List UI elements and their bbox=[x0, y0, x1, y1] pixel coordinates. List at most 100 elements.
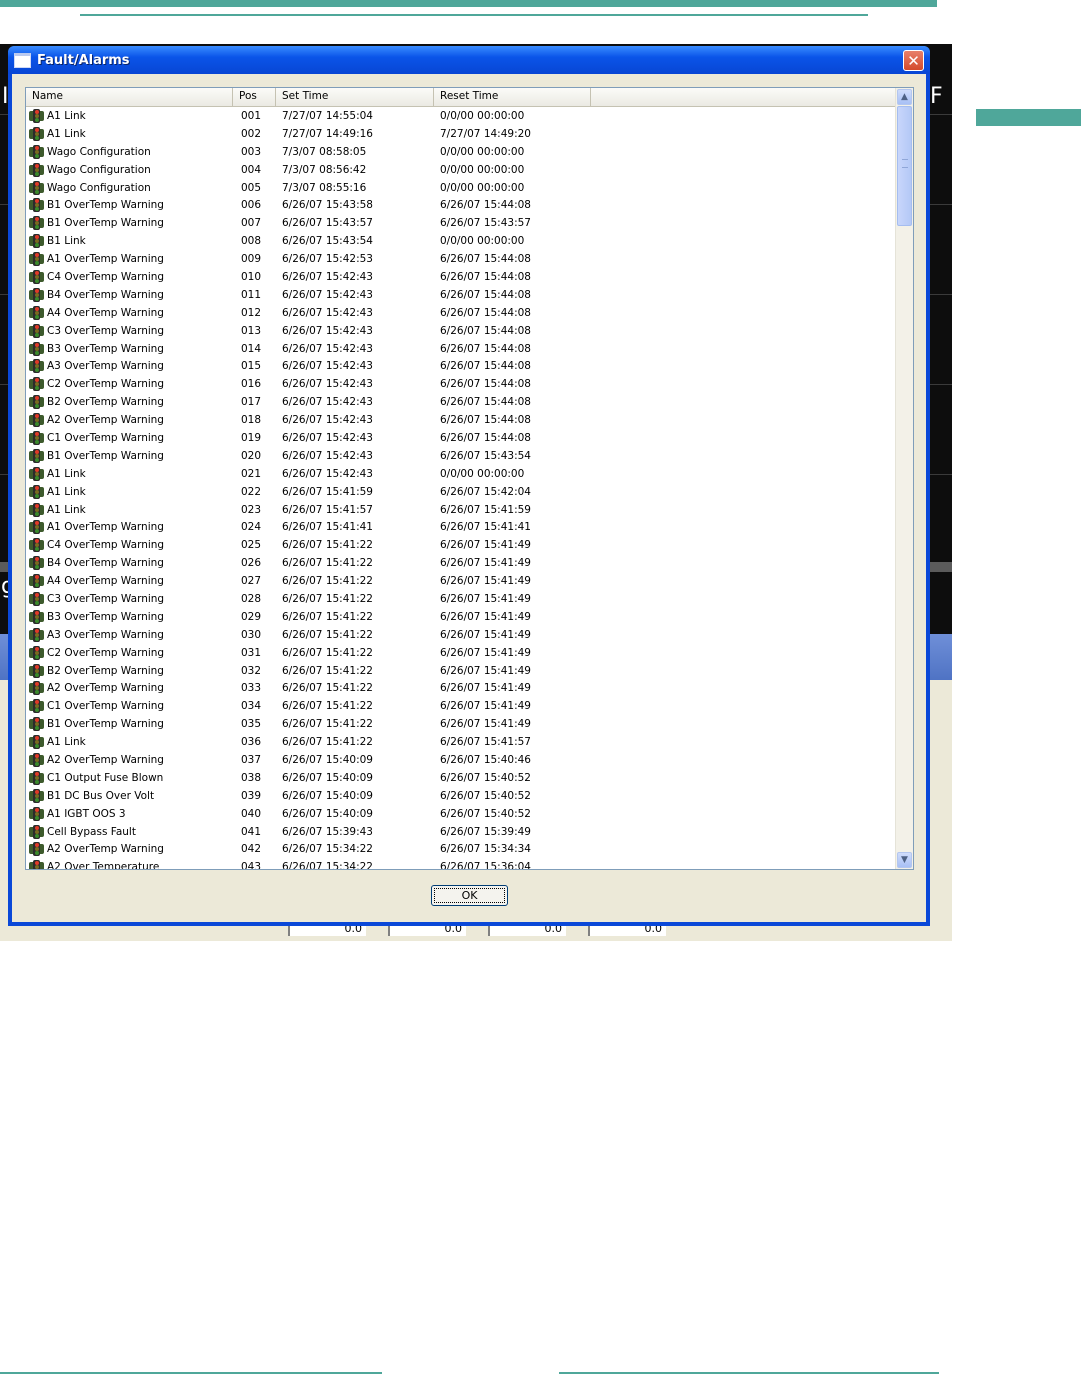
cell-set-time: 6/26/07 15:41:57 bbox=[282, 503, 373, 516]
vertical-scrollbar[interactable]: ▲ ▼ bbox=[895, 88, 913, 869]
cell-set-time: 6/26/07 15:40:09 bbox=[282, 754, 373, 766]
cell-name: A2 OverTemp Warning bbox=[26, 752, 233, 768]
column-header-pos[interactable]: Pos bbox=[233, 88, 276, 106]
cell-set-time: 6/26/07 15:42:43 bbox=[282, 467, 373, 480]
scroll-thumb[interactable] bbox=[897, 106, 912, 226]
scroll-up-button[interactable]: ▲ bbox=[897, 89, 912, 105]
ok-button[interactable]: OK bbox=[431, 885, 508, 906]
cell-pos: 017 bbox=[241, 396, 262, 409]
table-row[interactable]: Wago Configuration 003 7/3/07 08:58:05 0/0/… bbox=[26, 143, 896, 161]
table-row[interactable]: B3 OverTemp Warning 029 6/26/07 15:41:22 6/… bbox=[26, 608, 896, 626]
cell-set-time: 6/26/07 15:40:09 bbox=[282, 789, 373, 802]
table-row[interactable]: A1 Link 022 6/26/07 15:41:59 6/26/07 15:42:… bbox=[26, 483, 896, 501]
cell-pos: 023 bbox=[241, 503, 262, 516]
table-row[interactable]: A3 OverTemp Warning 015 6/26/07 15:42:43 6/… bbox=[26, 357, 896, 375]
table-row[interactable]: A1 Link 002 7/27/07 14:49:16 7/27/07 14:49:… bbox=[26, 125, 896, 143]
document-footer-rule-right bbox=[559, 1372, 939, 1374]
table-row[interactable]: A1 Link 001 7/27/07 14:55:04 0/0/00 00:00:0… bbox=[26, 107, 896, 125]
table-row[interactable]: C3 OverTemp Warning 013 6/26/07 15:42:43 6/… bbox=[26, 322, 896, 340]
cell-set-time: 6/26/07 15:42:43 bbox=[282, 342, 373, 355]
table-row[interactable]: B2 OverTemp Warning 032 6/26/07 15:41:22 6/… bbox=[26, 662, 896, 680]
table-row[interactable]: A4 OverTemp Warning 012 6/26/07 15:42:43 6/… bbox=[26, 304, 896, 322]
table-row[interactable]: B4 OverTemp Warning 026 6/26/07 15:41:22 6/… bbox=[26, 554, 896, 572]
traffic-light-icon bbox=[29, 752, 44, 768]
table-row[interactable]: B1 OverTemp Warning 035 6/26/07 15:41:22 6/… bbox=[26, 715, 896, 733]
cell-set-time: 6/26/07 15:41:22 bbox=[282, 736, 373, 749]
table-row[interactable]: A4 OverTemp Warning 027 6/26/07 15:41:22 6/… bbox=[26, 572, 896, 590]
table-row[interactable]: B1 OverTemp Warning 020 6/26/07 15:42:43 6/… bbox=[26, 447, 896, 465]
table-row[interactable]: A2 OverTemp Warning 037 6/26/07 15:40:09 6/… bbox=[26, 751, 896, 769]
traffic-light-icon bbox=[29, 663, 44, 679]
cell-set-time: 6/26/07 15:34:22 bbox=[282, 843, 373, 856]
table-row[interactable]: A3 OverTemp Warning 030 6/26/07 15:41:22 6/… bbox=[26, 626, 896, 644]
table-row[interactable]: A2 OverTemp Warning 033 6/26/07 15:41:22 6/… bbox=[26, 680, 896, 698]
traffic-light-icon bbox=[29, 502, 44, 518]
table-row[interactable]: C4 OverTemp Warning 010 6/26/07 15:42:43 6/… bbox=[26, 268, 896, 286]
fault-list[interactable]: Name Pos Set Time Reset Time A1 Link 001 7… bbox=[25, 87, 914, 870]
cell-pos: 026 bbox=[241, 557, 262, 570]
cell-name: A1 OverTemp Warning bbox=[26, 251, 233, 267]
dialog-title: Fault/Alarms bbox=[37, 52, 130, 68]
table-row[interactable]: A1 Link 023 6/26/07 15:41:57 6/26/07 15:41:… bbox=[26, 501, 896, 519]
list-header: Name Pos Set Time Reset Time bbox=[26, 88, 896, 107]
cell-pos: 021 bbox=[241, 467, 262, 480]
table-row[interactable]: B1 OverTemp Warning 007 6/26/07 15:43:57 6/… bbox=[26, 214, 896, 232]
cell-name: B1 Link bbox=[26, 233, 233, 249]
cell-set-time: 6/26/07 15:41:22 bbox=[282, 575, 373, 588]
table-row[interactable]: A2 OverTemp Warning 018 6/26/07 15:42:43 6/… bbox=[26, 411, 896, 429]
cell-set-time: 6/26/07 15:42:43 bbox=[282, 449, 373, 462]
fault-alarms-dialog: Fault/Alarms ✕ Name Pos Set Time Reset T… bbox=[8, 46, 930, 926]
table-row[interactable]: B1 Link 008 6/26/07 15:43:54 0/0/00 00:00:0… bbox=[26, 232, 896, 250]
table-row[interactable]: C3 OverTemp Warning 028 6/26/07 15:41:22 6/… bbox=[26, 590, 896, 608]
cell-name: C1 Output Fuse Blown bbox=[26, 770, 233, 786]
table-row[interactable]: A1 IGBT OOS 3 040 6/26/07 15:40:09 6/26/07 … bbox=[26, 805, 896, 823]
table-row[interactable]: C2 OverTemp Warning 016 6/26/07 15:42:43 6/… bbox=[26, 375, 896, 393]
column-header-set-time[interactable]: Set Time bbox=[276, 88, 434, 106]
cell-pos: 032 bbox=[241, 664, 262, 677]
table-row[interactable]: A1 Link 021 6/26/07 15:42:43 0/0/00 00:00:0… bbox=[26, 465, 896, 483]
table-row[interactable]: C1 OverTemp Warning 034 6/26/07 15:41:22 6/… bbox=[26, 697, 896, 715]
table-row[interactable]: C4 OverTemp Warning 025 6/26/07 15:41:22 6/… bbox=[26, 536, 896, 554]
table-row[interactable]: C1 Output Fuse Blown 038 6/26/07 15:40:09 6… bbox=[26, 769, 896, 787]
alarm-name: B3 OverTemp Warning bbox=[47, 342, 164, 355]
table-row[interactable]: B3 OverTemp Warning 014 6/26/07 15:42:43 6/… bbox=[26, 340, 896, 358]
table-row[interactable]: A1 OverTemp Warning 024 6/26/07 15:41:41 6/… bbox=[26, 518, 896, 536]
alarm-name: A1 Link bbox=[47, 127, 86, 140]
table-row[interactable]: B2 OverTemp Warning 017 6/26/07 15:42:43 6/… bbox=[26, 393, 896, 411]
table-row[interactable]: Cell Bypass Fault 041 6/26/07 15:39:43 6/26… bbox=[26, 823, 896, 841]
close-button[interactable]: ✕ bbox=[903, 49, 924, 71]
table-row[interactable]: A1 Link 036 6/26/07 15:41:22 6/26/07 15:41:… bbox=[26, 733, 896, 751]
traffic-light-icon bbox=[29, 698, 44, 714]
cell-reset-time: 6/26/07 15:44:08 bbox=[440, 199, 531, 212]
table-row[interactable]: C1 OverTemp Warning 019 6/26/07 15:42:43 6/… bbox=[26, 429, 896, 447]
cell-reset-time: 6/26/07 15:40:46 bbox=[440, 754, 531, 766]
cell-reset-time: 6/26/07 15:34:34 bbox=[440, 843, 531, 856]
column-header-name[interactable]: Name bbox=[26, 88, 233, 106]
cell-pos: 008 bbox=[241, 235, 262, 248]
column-header-reset-time[interactable]: Reset Time bbox=[434, 88, 591, 106]
cell-reset-time: 6/26/07 15:41:49 bbox=[440, 610, 531, 623]
cell-set-time: 6/26/07 15:41:22 bbox=[282, 718, 373, 731]
table-row[interactable]: B1 OverTemp Warning 006 6/26/07 15:43:58 6/… bbox=[26, 196, 896, 214]
table-row[interactable]: B1 DC Bus Over Volt 039 6/26/07 15:40:09 6/… bbox=[26, 787, 896, 805]
table-row[interactable]: Wago Configuration 005 7/3/07 08:55:16 0/0/… bbox=[26, 179, 896, 197]
traffic-light-icon bbox=[29, 824, 44, 840]
table-row[interactable]: Wago Configuration 004 7/3/07 08:56:42 0/0/… bbox=[26, 161, 896, 179]
cell-pos: 031 bbox=[241, 646, 262, 659]
cell-set-time: 6/26/07 15:41:22 bbox=[282, 646, 373, 659]
dialog-titlebar[interactable]: Fault/Alarms ✕ bbox=[8, 46, 930, 74]
table-row[interactable]: B4 OverTemp Warning 011 6/26/07 15:42:43 6/… bbox=[26, 286, 896, 304]
table-row[interactable]: A1 OverTemp Warning 009 6/26/07 15:42:53 6/… bbox=[26, 250, 896, 268]
alarm-name: C1 OverTemp Warning bbox=[47, 700, 165, 713]
table-row[interactable]: A2 Over Temperature 043 6/26/07 15:34:22 6/… bbox=[26, 858, 896, 869]
table-row[interactable]: A2 OverTemp Warning 042 6/26/07 15:34:22 6/… bbox=[26, 841, 896, 859]
scroll-down-button[interactable]: ▼ bbox=[897, 852, 912, 868]
cell-reset-time: 6/26/07 15:44:08 bbox=[440, 378, 531, 391]
table-row[interactable]: C2 OverTemp Warning 031 6/26/07 15:41:22 6/… bbox=[26, 644, 896, 662]
cell-name: B4 OverTemp Warning bbox=[26, 555, 233, 571]
cell-name: A2 OverTemp Warning bbox=[26, 680, 233, 696]
cell-reset-time: 6/26/07 15:41:49 bbox=[440, 664, 531, 677]
traffic-light-icon bbox=[29, 126, 44, 142]
traffic-light-icon bbox=[29, 430, 44, 446]
cell-reset-time: 6/26/07 15:44:08 bbox=[440, 431, 531, 444]
